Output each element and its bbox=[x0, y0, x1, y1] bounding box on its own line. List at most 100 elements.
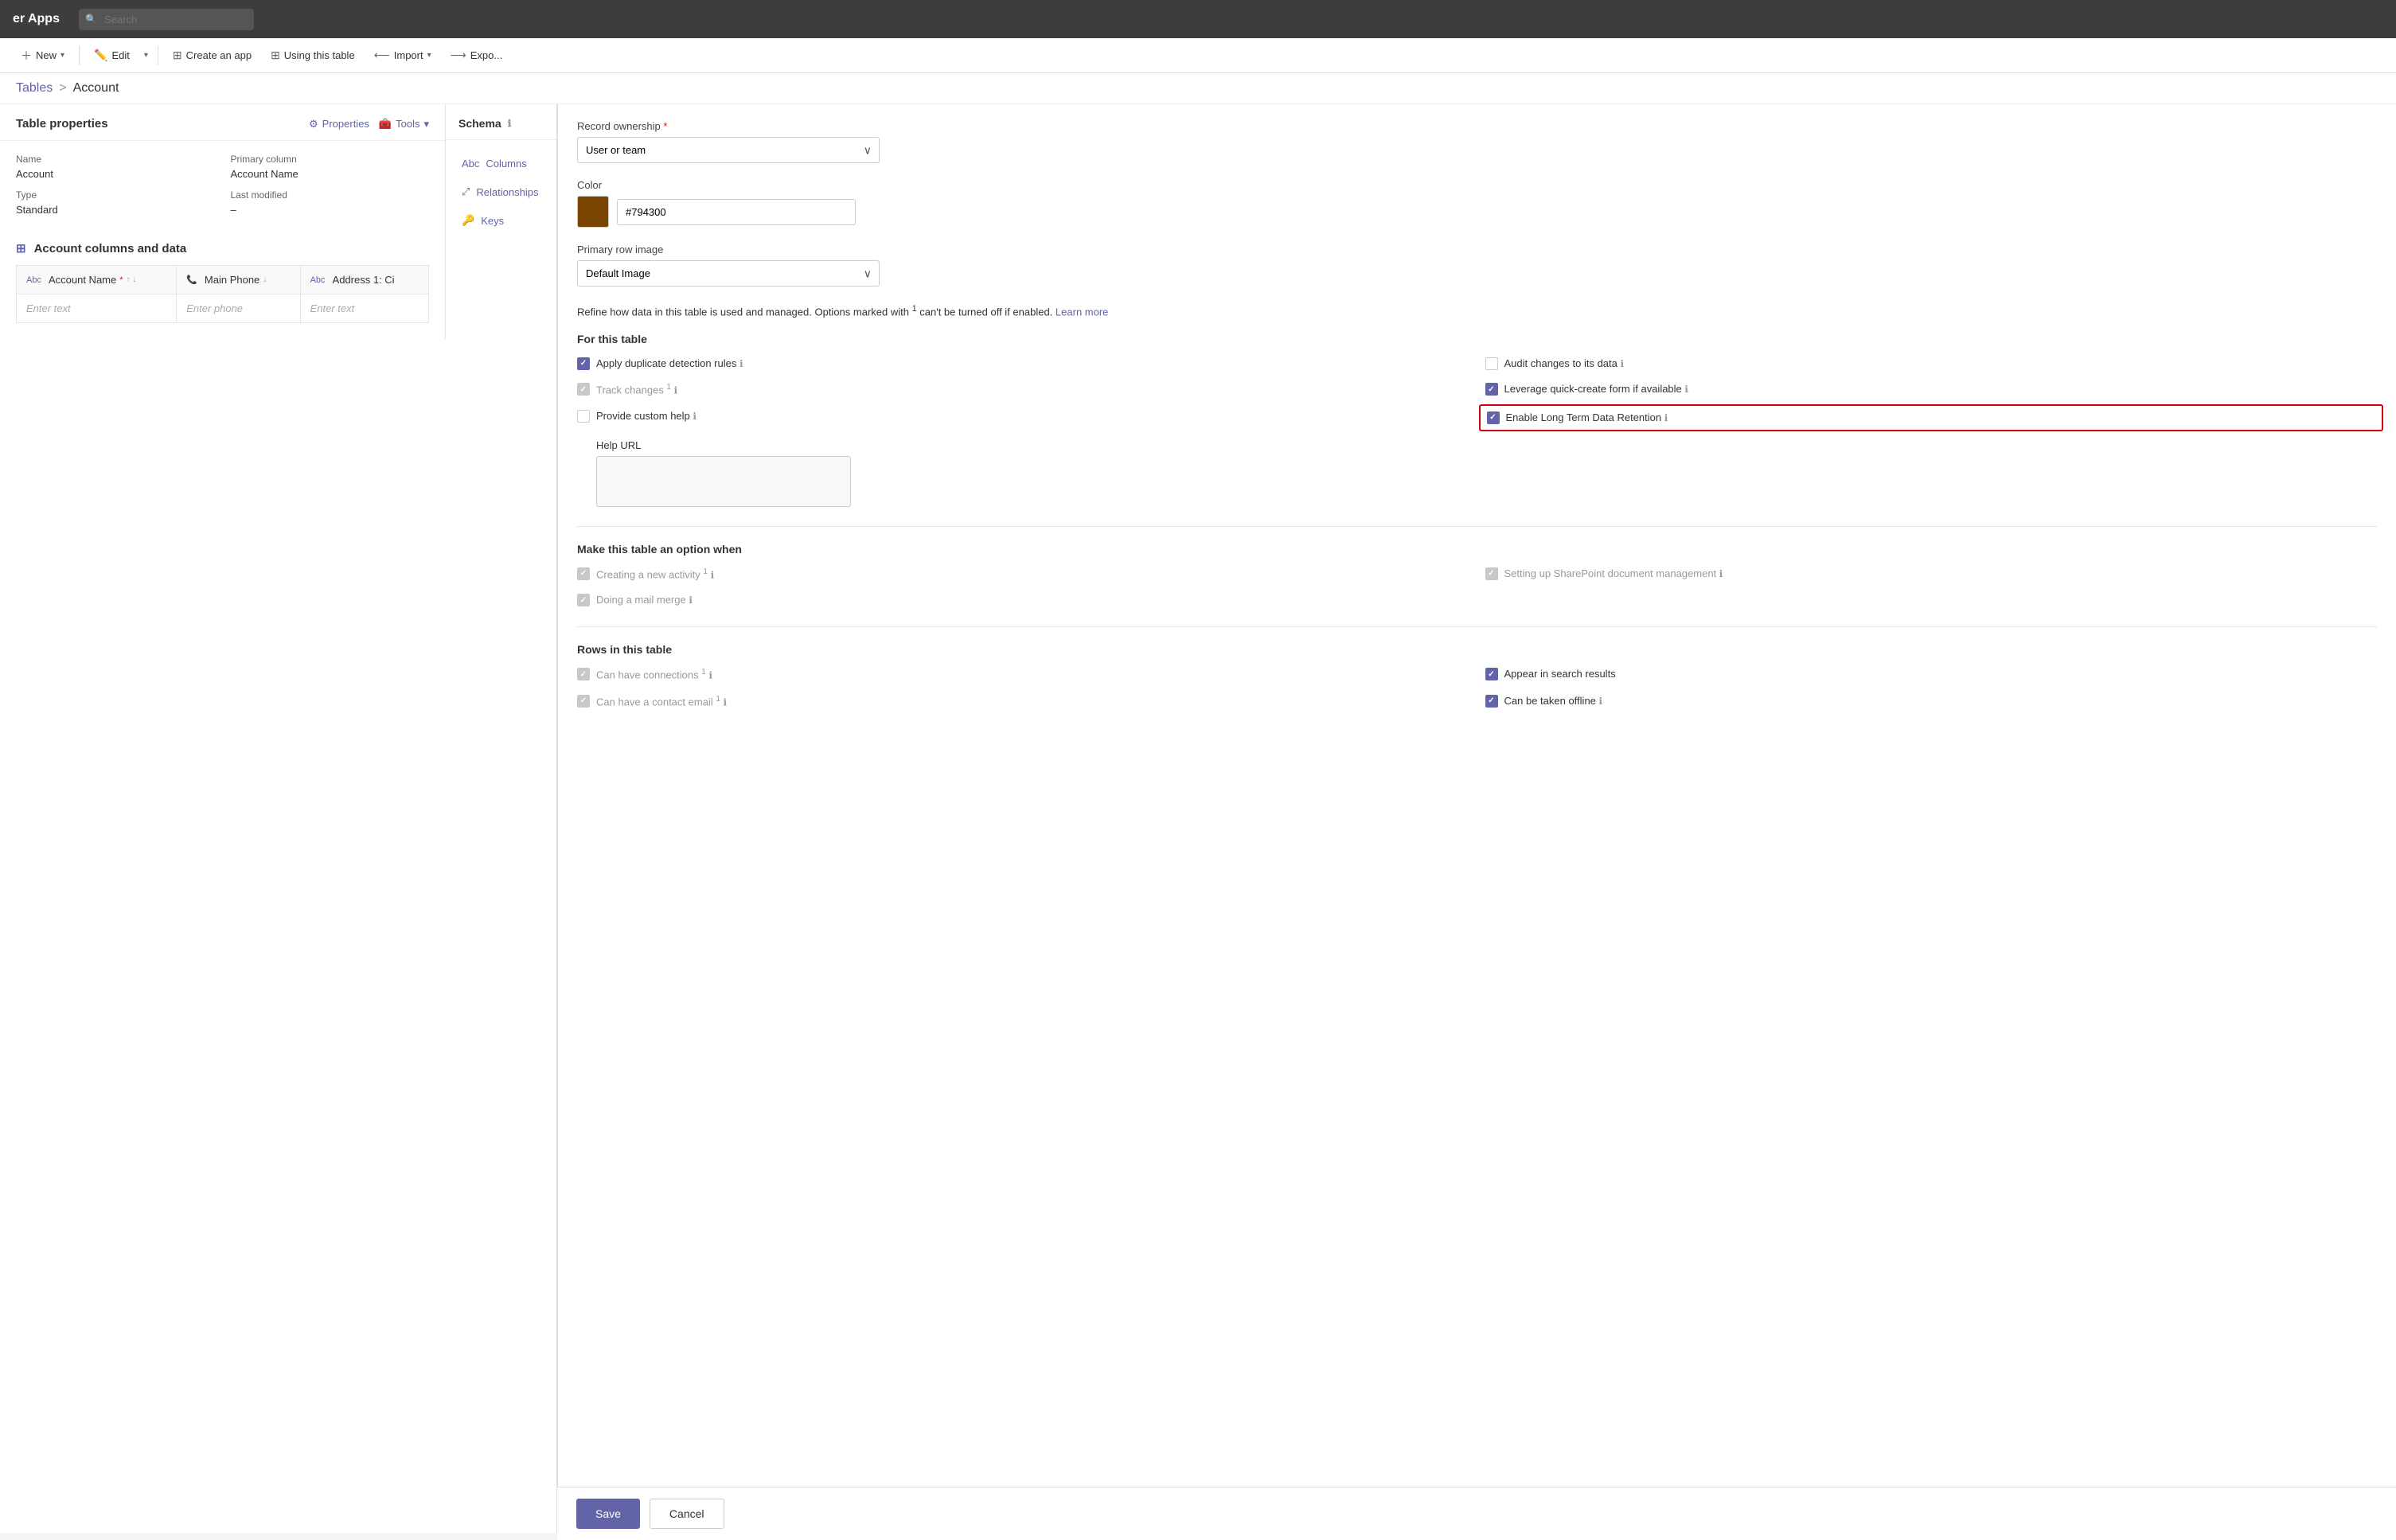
using-table-button[interactable]: ⊞ Using this table bbox=[263, 44, 363, 67]
name-value: Account bbox=[16, 168, 215, 180]
rows-grid: Can have connections 1 ℹ Appear in searc… bbox=[577, 667, 2377, 709]
appear-search-label: Appear in search results bbox=[1504, 667, 1616, 681]
enter-text-placeholder: Enter text bbox=[26, 302, 71, 314]
left-panel: Table properties ⚙ Properties 🧰 Tools ▾ bbox=[0, 104, 557, 1533]
mail-merge-info-icon: ℹ bbox=[689, 595, 693, 606]
cell-main-phone[interactable]: Enter phone bbox=[177, 294, 300, 323]
sharepoint-doc-row: Setting up SharePoint document managemen… bbox=[1485, 567, 2378, 583]
help-url-box[interactable] bbox=[596, 456, 851, 507]
color-group: Color bbox=[577, 179, 2377, 228]
record-ownership-select[interactable]: User or team bbox=[577, 137, 880, 163]
apply-duplicate-checkbox[interactable] bbox=[577, 357, 590, 370]
leverage-quick-row: Leverage quick-create form if available … bbox=[1485, 382, 2378, 398]
mail-merge-row: Doing a mail merge ℹ bbox=[577, 593, 1469, 607]
description-text: Refine how data in this table is used an… bbox=[577, 302, 2377, 320]
search-input[interactable] bbox=[79, 9, 254, 30]
primary-row-image-select-wrapper: Default Image bbox=[577, 260, 880, 287]
track-sup: 1 bbox=[666, 383, 671, 392]
new-button[interactable]: ＋ New ▾ bbox=[13, 43, 72, 68]
audit-changes-checkbox[interactable] bbox=[1485, 357, 1498, 370]
cancel-button[interactable]: Cancel bbox=[650, 1499, 724, 1529]
primary-row-image-select[interactable]: Default Image bbox=[577, 260, 880, 287]
app-title: er Apps bbox=[13, 12, 60, 26]
creating-activity-checkbox bbox=[577, 567, 590, 580]
breadcrumb-tables-link[interactable]: Tables bbox=[16, 81, 53, 96]
mail-merge-label: Doing a mail merge ℹ bbox=[596, 593, 693, 607]
new-chevron-icon: ▾ bbox=[60, 51, 64, 60]
search-wrapper bbox=[79, 9, 254, 30]
action-bar: Save Cancel bbox=[557, 1487, 2396, 1540]
track-changes-row: Track changes 1 ℹ bbox=[577, 382, 1469, 398]
contact-email-sup: 1 bbox=[716, 695, 720, 704]
section-actions: ⚙ Properties 🧰 Tools ▾ bbox=[309, 118, 429, 131]
color-label: Color bbox=[577, 179, 2377, 191]
record-ownership-group: Record ownership * User or team bbox=[577, 120, 2377, 163]
columns-nav-item[interactable]: Abc Columns bbox=[446, 150, 556, 177]
creating-activity-label: Creating a new activity 1 ℹ bbox=[596, 567, 714, 583]
cell-address[interactable]: Enter text bbox=[300, 294, 428, 323]
sort-icon[interactable]: ↑ ↓ bbox=[127, 275, 137, 284]
edit-button[interactable]: ✏️ Edit bbox=[86, 44, 138, 67]
columns-section: ⊞ Account columns and data Abc Account N… bbox=[16, 228, 429, 323]
audit-info-icon: ℹ bbox=[1620, 358, 1624, 369]
audit-changes-label: Audit changes to its data ℹ bbox=[1504, 357, 1625, 371]
creating-info-icon: ℹ bbox=[711, 569, 715, 580]
leverage-quick-checkbox[interactable] bbox=[1485, 383, 1498, 396]
record-ownership-label: Record ownership * bbox=[577, 120, 2377, 132]
import-icon: ⟵ bbox=[374, 49, 390, 62]
table-header-row: Abc Account Name * ↑ ↓ 📞 Ma bbox=[17, 266, 429, 294]
properties-button[interactable]: ⚙ Properties bbox=[309, 118, 369, 131]
main-layout: Table properties ⚙ Properties 🧰 Tools ▾ bbox=[0, 104, 2396, 1533]
connections-sup: 1 bbox=[701, 668, 706, 676]
color-swatch[interactable] bbox=[577, 196, 609, 228]
breadcrumb-separator: > bbox=[59, 81, 66, 96]
cell-account-name[interactable]: Enter text bbox=[17, 294, 177, 323]
appear-search-checkbox[interactable] bbox=[1485, 668, 1498, 680]
topbar: er Apps bbox=[0, 0, 2396, 38]
plus-icon: ＋ bbox=[21, 48, 32, 64]
primary-row-image-label: Primary row image bbox=[577, 244, 2377, 255]
enable-long-term-checkbox[interactable] bbox=[1487, 411, 1500, 424]
tools-button[interactable]: 🧰 Tools ▾ bbox=[379, 118, 429, 131]
leverage-quick-label: Leverage quick-create form if available … bbox=[1504, 382, 1688, 396]
enable-long-term-label: Enable Long Term Data Retention ℹ bbox=[1506, 411, 1668, 425]
edit-icon: ✏️ bbox=[94, 49, 107, 62]
provide-custom-help-checkbox[interactable] bbox=[577, 410, 590, 423]
keys-nav-icon: 🔑 bbox=[462, 214, 474, 227]
help-url-label: Help URL bbox=[596, 439, 2377, 451]
last-modified-value: – bbox=[231, 204, 430, 216]
learn-more-link[interactable]: Learn more bbox=[1056, 306, 1108, 318]
tools-icon: 🧰 bbox=[379, 118, 392, 131]
phone-sort-icon[interactable]: ↓ bbox=[263, 275, 267, 284]
columns-header: ⊞ Account columns and data bbox=[16, 228, 429, 265]
apply-duplicate-info-icon: ℹ bbox=[739, 358, 743, 369]
track-info-icon: ℹ bbox=[674, 384, 678, 396]
leverage-info-icon: ℹ bbox=[1684, 384, 1688, 395]
for-this-table-grid: Apply duplicate detection rules ℹ Audit … bbox=[577, 357, 2377, 427]
keys-nav-item[interactable]: 🔑 Keys bbox=[446, 206, 556, 235]
import-button[interactable]: ⟵ Import ▾ bbox=[366, 44, 439, 67]
mail-merge-checkbox bbox=[577, 594, 590, 606]
help-info-icon: ℹ bbox=[693, 411, 697, 422]
relationships-nav-item[interactable]: ⤢ Relationships bbox=[446, 177, 556, 206]
for-this-table-title: For this table bbox=[577, 333, 2377, 345]
name-field: Name Account bbox=[16, 154, 215, 180]
save-button[interactable]: Save bbox=[576, 1499, 640, 1529]
create-app-button[interactable]: ⊞ Create an app bbox=[165, 44, 260, 67]
creating-sup: 1 bbox=[703, 567, 708, 576]
make-option-grid: Creating a new activity 1 ℹ Setting up S… bbox=[577, 567, 2377, 608]
can-have-connections-label: Can have connections 1 ℹ bbox=[596, 667, 712, 683]
col-address-label: Address 1: Ci bbox=[333, 274, 395, 286]
col-header-main-phone[interactable]: 📞 Main Phone ↓ bbox=[177, 266, 300, 294]
can-be-offline-row: Can be taken offline ℹ bbox=[1485, 694, 2378, 710]
col-header-address[interactable]: Abc Address 1: Ci bbox=[300, 266, 428, 294]
primary-row-image-group: Primary row image Default Image bbox=[577, 244, 2377, 287]
export-button[interactable]: ⟶ Expo... bbox=[443, 44, 511, 67]
can-be-offline-checkbox[interactable] bbox=[1485, 695, 1498, 708]
col-header-account-name[interactable]: Abc Account Name * ↑ ↓ bbox=[17, 266, 177, 294]
color-input[interactable] bbox=[617, 199, 856, 225]
table-info-grid: Name Account Primary column Account Name… bbox=[0, 141, 445, 228]
track-changes-checkbox bbox=[577, 383, 590, 396]
edit-chevron-icon[interactable]: ▾ bbox=[141, 48, 151, 63]
make-option-section: Make this table an option when Creating … bbox=[577, 543, 2377, 608]
